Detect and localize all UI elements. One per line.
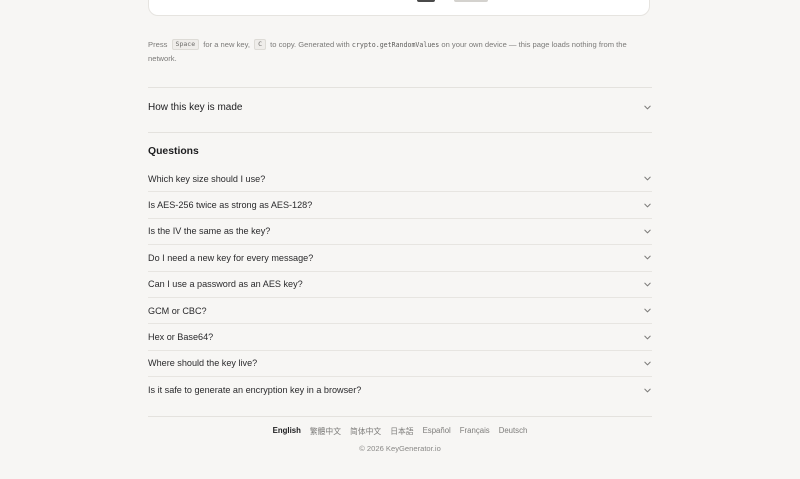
language-spanish[interactable]: Español xyxy=(423,426,451,437)
divider xyxy=(148,132,652,133)
language-german[interactable]: Deutsch xyxy=(499,426,528,437)
faq-question: Hex or Base64? xyxy=(148,332,214,343)
hint-api-code: crypto.getRandomValues xyxy=(351,41,440,49)
questions-heading: Questions xyxy=(148,146,199,157)
faq-question: Can I use a password as an AES key? xyxy=(148,279,303,290)
faq-question: Which key size should I use? xyxy=(148,173,266,184)
chevron-down-icon xyxy=(644,105,651,109)
faq-item[interactable]: Is the IV the same as the key? xyxy=(148,219,652,246)
generate-button[interactable] xyxy=(417,0,435,2)
faq-item[interactable]: Which key size should I use? xyxy=(148,166,652,193)
copy-button[interactable] xyxy=(454,0,488,2)
hint-press-text: Press xyxy=(148,40,168,49)
key-output-card xyxy=(148,0,650,16)
faq-item[interactable]: Where should the key live? xyxy=(148,351,652,378)
how-key-made-title: How this key is made xyxy=(148,101,243,113)
chevron-down-icon xyxy=(644,308,651,313)
faq-question: GCM or CBC? xyxy=(148,305,207,316)
keyboard-hint: Press Space for a new key, C to copy. Ge… xyxy=(148,38,652,66)
chevron-down-icon xyxy=(644,203,651,207)
language-english[interactable]: English xyxy=(273,426,301,437)
faq-item[interactable]: Is AES-256 twice as strong as AES-128? xyxy=(148,192,652,219)
chevron-down-icon xyxy=(644,256,651,260)
faq-question: Is AES-256 twice as strong as AES-128? xyxy=(148,200,313,211)
faq-question: Is it safe to generate an encryption key… xyxy=(148,385,362,396)
page: Press Space for a new key, C to copy. Ge… xyxy=(0,0,800,479)
hint-copy-text: to copy. Generated with xyxy=(270,40,350,49)
chevron-down-icon xyxy=(644,282,651,287)
chevron-down-icon xyxy=(644,335,651,339)
faq-list: Which key size should I use? Is AES-256 … xyxy=(148,166,652,404)
copyright: © 2026 KeyGenerator.io xyxy=(359,444,441,453)
hint-new-key-text: for a new key, xyxy=(203,40,250,49)
faq-item[interactable]: Can I use a password as an AES key? xyxy=(148,272,652,298)
faq-question: Is the IV the same as the key? xyxy=(148,226,271,237)
chevron-down-icon xyxy=(644,176,651,181)
footer-divider xyxy=(148,416,652,417)
how-key-made-toggle[interactable]: How this key is made xyxy=(148,97,652,117)
divider xyxy=(148,87,652,88)
language-traditional-chinese[interactable]: 繁體中文 xyxy=(310,426,341,437)
chevron-down-icon xyxy=(644,229,651,234)
language-french[interactable]: Français xyxy=(460,426,490,437)
faq-question: Where should the key live? xyxy=(148,358,258,369)
copy-key-badge: C xyxy=(254,39,267,50)
faq-question: Do I need a new key for every message? xyxy=(148,252,314,263)
faq-item[interactable]: Hex or Base64? xyxy=(148,324,652,351)
chevron-down-icon xyxy=(644,361,651,366)
faq-item[interactable]: Is it safe to generate an encryption key… xyxy=(148,377,652,403)
language-simplified-chinese[interactable]: 简体中文 xyxy=(350,426,381,437)
language-switcher: English 繁體中文 简体中文 日本語 Español Français D… xyxy=(0,426,800,437)
faq-item[interactable]: Do I need a new key for every message? xyxy=(148,245,652,272)
language-japanese[interactable]: 日本語 xyxy=(390,426,413,437)
chevron-down-icon xyxy=(644,388,651,393)
faq-item[interactable]: GCM or CBC? xyxy=(148,298,652,325)
space-key-badge: Space xyxy=(171,39,200,50)
